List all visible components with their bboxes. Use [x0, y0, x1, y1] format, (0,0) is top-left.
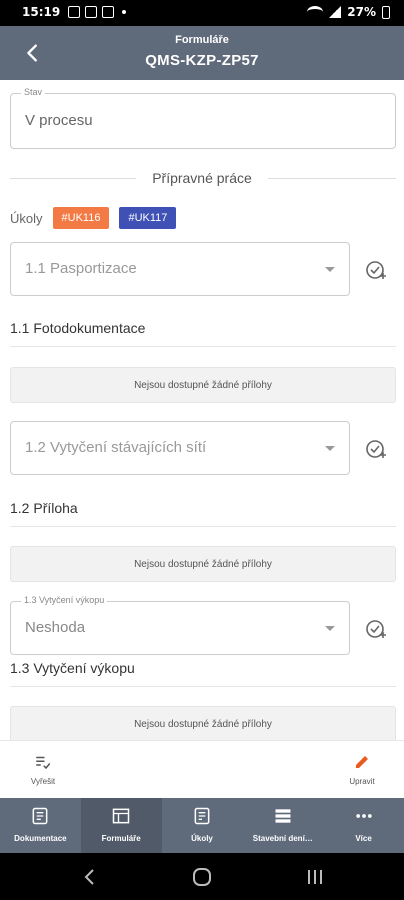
recents-icon	[308, 870, 322, 884]
page-title: QMS-KZP-ZP57	[145, 52, 259, 69]
signal-icon	[329, 6, 342, 18]
nav-item-dokumentace[interactable]: Dokumentace	[0, 798, 81, 853]
task-tag[interactable]: #UK117	[119, 207, 177, 229]
mail-icon	[102, 6, 114, 18]
diary-icon	[275, 809, 291, 823]
add-check-icon	[366, 620, 386, 638]
divider	[10, 526, 396, 527]
empty-attachments: Nejsou dostupné žádné přílohy	[10, 546, 396, 582]
checklist-icon	[36, 756, 51, 770]
dropdown-arrow-icon	[325, 446, 335, 451]
resolve-button[interactable]: Vyřešit	[13, 753, 73, 786]
nav-label: Dokumentace	[14, 834, 67, 843]
home-icon	[193, 868, 211, 886]
add-check-icon	[366, 261, 386, 279]
nav-item-formulare[interactable]: Formuláře	[80, 798, 162, 853]
dropdown-arrow-icon	[325, 267, 335, 272]
empty-attachments: Nejsou dostupné žádné přílohy	[10, 706, 396, 740]
edit-label: Upravit	[349, 777, 375, 786]
add-check-icon	[366, 440, 386, 458]
nav-item-stavebni-denik[interactable]: Stavební dení…	[242, 798, 323, 853]
item-heading: 1.2 Příloha	[10, 500, 78, 516]
pencil-icon	[356, 756, 368, 768]
back-chevron-icon	[84, 869, 94, 885]
document-icon	[32, 807, 48, 825]
nav-item-vice[interactable]: Více	[323, 798, 404, 853]
more-icon	[355, 814, 372, 818]
bottom-nav: Dokumentace Formuláře Úkoly Stavební den…	[0, 798, 404, 853]
nav-label: Stavební dení…	[252, 834, 313, 843]
add-check-button[interactable]	[364, 437, 388, 461]
divider	[10, 686, 396, 687]
notification-icons	[68, 6, 126, 18]
empty-attachments: Nejsou dostupné žádné přílohy	[10, 367, 396, 403]
task-icon	[194, 807, 210, 825]
battery-percent: 27%	[347, 5, 376, 19]
system-home-button[interactable]	[192, 867, 212, 887]
action-bar: Vyřešit Upravit	[0, 740, 404, 798]
header-subtitle: Formuláře	[175, 34, 229, 46]
image-icon	[85, 6, 97, 18]
nav-label: Úkoly	[191, 834, 213, 843]
stav-label: Stav	[21, 87, 46, 97]
form-icon	[112, 808, 130, 824]
stav-value: V procesu	[25, 112, 93, 129]
nav-label: Formuláře	[101, 834, 141, 843]
select-value: Neshoda	[25, 619, 86, 636]
status-bar: 15:19 27%	[0, 0, 404, 26]
ukoly-label: Úkoly	[10, 210, 43, 226]
select-pasportizace[interactable]: 1.1 Pasportizace	[10, 242, 350, 296]
select-vytyceni-siti[interactable]: 1.2 Vytyčení stávajících sítí	[10, 421, 350, 475]
app-header: Formuláře QMS-KZP-ZP57	[0, 26, 404, 80]
divider	[10, 346, 396, 347]
nav-label: Více	[355, 834, 372, 843]
task-tag[interactable]: #UK116	[52, 207, 110, 229]
divider	[268, 178, 396, 179]
select-value: 1.2 Vytyčení stávajících sítí	[25, 439, 207, 456]
item-heading: 1.3 Vytyčení výkopu	[10, 660, 135, 676]
form-content[interactable]: Stav V procesu Přípravné práce Úkoly #UK…	[0, 80, 404, 740]
battery-icon	[382, 5, 390, 19]
system-recents-button[interactable]	[305, 867, 325, 887]
nav-item-ukoly[interactable]: Úkoly	[162, 798, 243, 853]
edit-button[interactable]: Upravit	[332, 753, 392, 786]
notification-icon	[68, 6, 80, 18]
resolve-label: Vyřešit	[30, 777, 56, 786]
select-vytyceni-vykopu[interactable]: 1.3 Vytyčení výkopu Neshoda	[10, 595, 350, 655]
select-value: 1.1 Pasportizace	[25, 260, 137, 277]
wifi-icon	[307, 6, 324, 18]
section-title: Přípravné práce	[0, 168, 404, 188]
status-time: 15:19	[22, 5, 61, 19]
ukoly-row: Úkoly #UK116 #UK117	[10, 207, 186, 229]
system-nav-bar	[0, 853, 404, 900]
system-back-button[interactable]	[80, 867, 100, 887]
item-heading: 1.1 Fotodokumentace	[10, 320, 146, 336]
add-check-button[interactable]	[364, 258, 388, 282]
stav-field[interactable]: Stav V procesu	[10, 87, 396, 149]
add-check-button[interactable]	[364, 617, 388, 641]
dot-icon	[122, 10, 126, 14]
select-label: 1.3 Vytyčení výkopu	[21, 595, 108, 605]
dropdown-arrow-icon	[325, 626, 335, 631]
